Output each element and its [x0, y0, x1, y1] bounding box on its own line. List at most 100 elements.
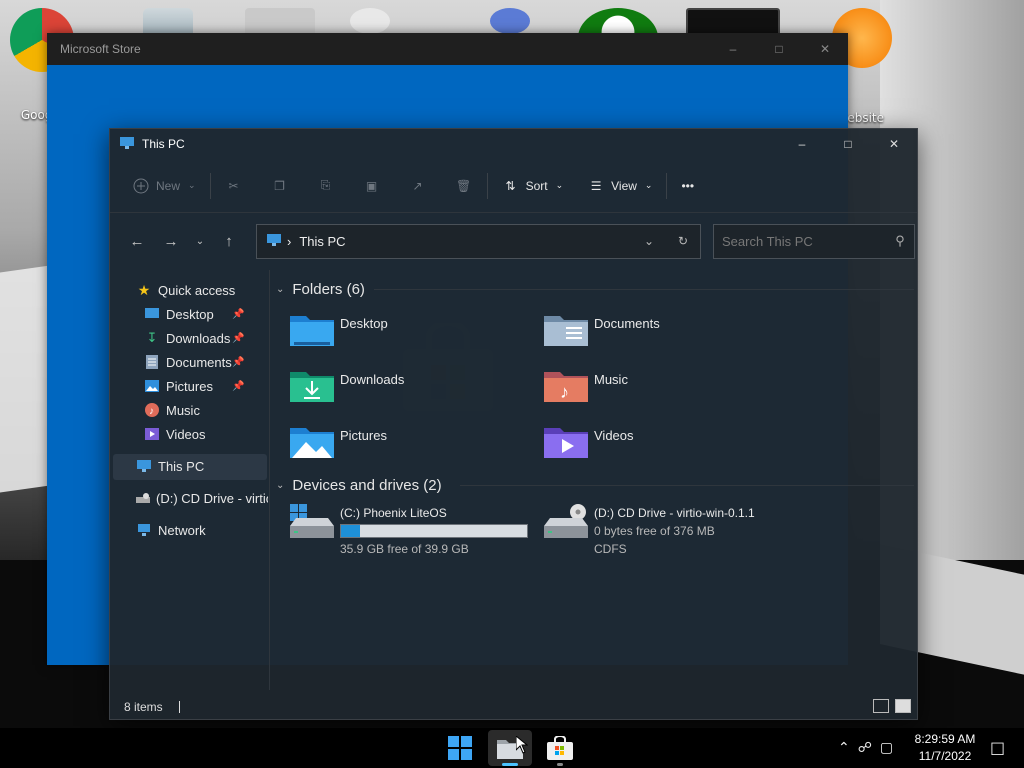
sidebar-item-this-pc[interactable]: This PC [136, 454, 204, 478]
back-button[interactable]: ← [120, 225, 154, 257]
sidebar-item-desktop[interactable]: Desktop 📌 [144, 302, 244, 326]
clock-time: 8:29:59 AM [914, 732, 976, 746]
folder-item-desktop[interactable]: Desktop [290, 312, 388, 348]
cd-drive-icon [544, 504, 588, 544]
divider [374, 289, 914, 290]
drive-usage-bar [340, 524, 528, 538]
notification-icon[interactable]: □ [990, 738, 1005, 757]
chevron-up-icon[interactable]: ⌃ [838, 740, 850, 756]
chevron-down-icon: ⌄ [555, 180, 564, 190]
rename-icon: ▣ [365, 178, 378, 193]
windows-logo-icon [448, 736, 472, 760]
clock[interactable]: 8:29:59 AM 11/7/2022 [908, 731, 982, 765]
separator [209, 172, 211, 199]
cut-button[interactable]: ✂ [217, 170, 251, 202]
sidebar-item-videos[interactable]: Videos [144, 422, 206, 446]
share-button[interactable]: ↗ [401, 170, 435, 202]
folder-label: Downloads [340, 372, 405, 387]
chevron-down-icon: ⌄ [276, 283, 285, 295]
drive-usage-fill [341, 525, 360, 537]
active-indicator [502, 763, 518, 766]
svg-text:♪: ♪ [149, 406, 154, 417]
folder-item-videos[interactable]: Videos [544, 424, 634, 460]
breadcrumb-item[interactable]: This PC [299, 234, 345, 249]
sidebar-item-label: This PC [158, 458, 205, 474]
recent-locations-button[interactable]: ⌄ [188, 225, 212, 257]
close-button[interactable]: ✕ [802, 33, 848, 65]
sort-icon: ⇅ [505, 178, 516, 193]
maximize-button[interactable]: □ [756, 33, 802, 65]
chevron-right-icon: › [287, 233, 292, 249]
details-view-button[interactable] [873, 699, 889, 713]
sidebar-item-pictures[interactable]: Pictures 📌 [144, 374, 244, 398]
display-icon[interactable]: ▢ [880, 740, 893, 756]
this-pc-icon [267, 233, 281, 249]
forward-button[interactable]: → [154, 225, 188, 257]
search-input[interactable]: Search This PC [722, 234, 886, 249]
sidebar-item-downloads[interactable]: ↧ Downloads 📌 [144, 326, 245, 350]
navigation-bar: ← → ⌄ ↑ › This PC ⌄ ↻ Search This PC ⚲ [110, 213, 917, 269]
separator [486, 172, 488, 199]
music-folder-icon: ♪ [544, 368, 588, 404]
breadcrumb[interactable]: › This PC [287, 234, 632, 249]
taskbar-microsoft-store[interactable] [538, 730, 582, 766]
view-button[interactable]: ☰ View ⌄ [579, 170, 660, 202]
chevron-down-icon: ⌄ [643, 234, 655, 248]
maximize-button[interactable]: □ [825, 129, 871, 159]
sidebar-item-network[interactable]: Network [136, 518, 206, 542]
drive-item-c[interactable]: (C:) Phoenix LiteOS 35.9 GB free of 39.9… [290, 504, 528, 558]
sidebar-item-label: Quick access [158, 282, 236, 298]
item-count: 8 items [124, 700, 163, 714]
paste-button[interactable]: ⎘ [309, 170, 343, 202]
running-indicator [557, 763, 563, 766]
store-icon [547, 736, 573, 760]
close-button[interactable]: ✕ [871, 129, 917, 159]
new-button[interactable]: New ⌄ [124, 170, 204, 202]
explorer-titlebar[interactable]: This PC – □ ✕ [110, 129, 917, 159]
folders-section-header[interactable]: ⌄ Folders (6) [276, 278, 365, 300]
sidebar-item-cd-drive[interactable]: (D:) CD Drive - virtio-win-0.1.1 [136, 486, 268, 510]
pictures-folder-icon [290, 424, 334, 460]
sidebar-item-label: Downloads [166, 330, 231, 346]
delete-button[interactable]: 🗑 [447, 170, 481, 202]
folder-label: Pictures [340, 428, 387, 443]
sidebar-item-documents[interactable]: Documents 📌 [144, 350, 244, 374]
network-status-icon[interactable]: ☍ [858, 740, 872, 756]
start-button[interactable] [438, 730, 482, 766]
svg-text:♪: ♪ [560, 382, 569, 402]
sidebar-item-quick-access[interactable]: ★ Quick access [136, 278, 236, 302]
explorer-window[interactable]: This PC – □ ✕ New ⌄ ✂ ❐ ⎘ ▣ ↗ 🗑 ⇅ Sort ⌄… [109, 128, 918, 720]
tiles-view-button[interactable] [895, 699, 911, 713]
rename-button[interactable]: ▣ [355, 170, 389, 202]
document-icon [144, 354, 160, 370]
app-icon [490, 8, 530, 34]
address-bar[interactable]: › This PC ⌄ ↻ [256, 223, 701, 259]
clock-date: 11/7/2022 [918, 749, 972, 763]
video-icon [144, 426, 160, 442]
address-dropdown-button[interactable]: ⌄ [632, 234, 666, 248]
sidebar-item-label: Network [158, 522, 206, 538]
drives-section-header[interactable]: ⌄ Devices and drives (2) [276, 474, 442, 496]
copy-button[interactable]: ❐ [263, 170, 297, 202]
copy-icon: ❐ [274, 178, 285, 193]
sidebar-item-music[interactable]: ♪ Music [144, 398, 200, 422]
more-icon: ••• [681, 178, 695, 193]
folder-item-downloads[interactable]: Downloads [290, 368, 404, 404]
sort-button[interactable]: ⇅ Sort ⌄ [494, 170, 572, 202]
folder-item-music[interactable]: ♪ Music [544, 368, 628, 404]
trash-icon: 🗑 [455, 178, 472, 193]
controller-icon [350, 8, 390, 34]
up-button[interactable]: ↑ [212, 225, 246, 257]
folder-item-pictures[interactable]: Pictures [290, 424, 387, 460]
store-titlebar[interactable]: Microsoft Store – □ ✕ [47, 33, 848, 65]
this-pc-icon [136, 458, 152, 474]
drive-item-d[interactable]: (D:) CD Drive - virtio-win-0.1.1 0 bytes… [544, 504, 755, 558]
minimize-button[interactable]: – [779, 129, 825, 159]
sidebar-item-label: Documents [166, 354, 232, 370]
minimize-button[interactable]: – [710, 33, 756, 65]
search-box[interactable]: Search This PC ⚲ [713, 223, 915, 259]
folder-item-documents[interactable]: Documents [544, 312, 660, 348]
more-options-button[interactable]: ••• [673, 170, 702, 202]
refresh-button[interactable]: ↻ [666, 234, 700, 248]
star-icon: ★ [137, 281, 151, 298]
